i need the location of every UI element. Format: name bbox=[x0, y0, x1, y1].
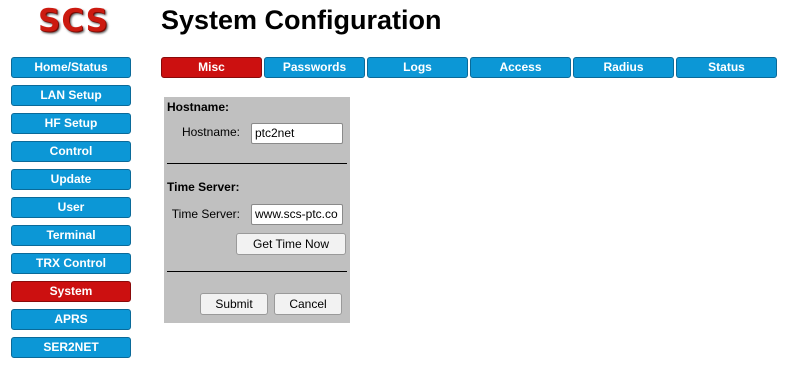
get-time-now-button[interactable]: Get Time Now bbox=[236, 233, 346, 255]
sidebar-item-home-status[interactable]: Home/Status bbox=[11, 57, 131, 78]
scs-logo: SCS bbox=[38, 3, 109, 39]
hostname-label: Hostname: bbox=[181, 125, 240, 139]
tab-misc[interactable]: Misc bbox=[161, 57, 262, 78]
hostname-input[interactable]: ptc2net bbox=[251, 123, 343, 144]
tab-radius[interactable]: Radius bbox=[573, 57, 674, 78]
tab-status[interactable]: Status bbox=[676, 57, 777, 78]
tab-access[interactable]: Access bbox=[470, 57, 571, 78]
page-title: System Configuration bbox=[161, 5, 442, 35]
sidebar-item-trx-control[interactable]: TRX Control bbox=[11, 253, 131, 274]
sidebar-item-system[interactable]: System bbox=[11, 281, 131, 302]
timeserver-label: Time Server: bbox=[171, 207, 240, 221]
sidebar-item-update[interactable]: Update bbox=[11, 169, 131, 190]
tab-logs[interactable]: Logs bbox=[367, 57, 468, 78]
divider bbox=[167, 163, 347, 164]
divider bbox=[167, 271, 347, 272]
misc-settings-panel: Hostname: Hostname: ptc2net Time Server:… bbox=[164, 97, 350, 323]
sidebar-item-control[interactable]: Control bbox=[11, 141, 131, 162]
timeserver-section-heading: Time Server: bbox=[167, 180, 240, 194]
tab-passwords[interactable]: Passwords bbox=[264, 57, 365, 78]
sidebar-item-terminal[interactable]: Terminal bbox=[11, 225, 131, 246]
sidebar-item-hf-setup[interactable]: HF Setup bbox=[11, 113, 131, 134]
cancel-button[interactable]: Cancel bbox=[274, 293, 342, 315]
submit-button[interactable]: Submit bbox=[200, 293, 268, 315]
hostname-section-heading: Hostname: bbox=[167, 100, 230, 114]
sidebar-item-user[interactable]: User bbox=[11, 197, 131, 218]
sidebar-item-ser2net[interactable]: SER2NET bbox=[11, 337, 131, 358]
sidebar-item-lan-setup[interactable]: LAN Setup bbox=[11, 85, 131, 106]
sidebar-item-aprs[interactable]: APRS bbox=[11, 309, 131, 330]
timeserver-input[interactable]: www.scs-ptc.co bbox=[251, 204, 343, 225]
